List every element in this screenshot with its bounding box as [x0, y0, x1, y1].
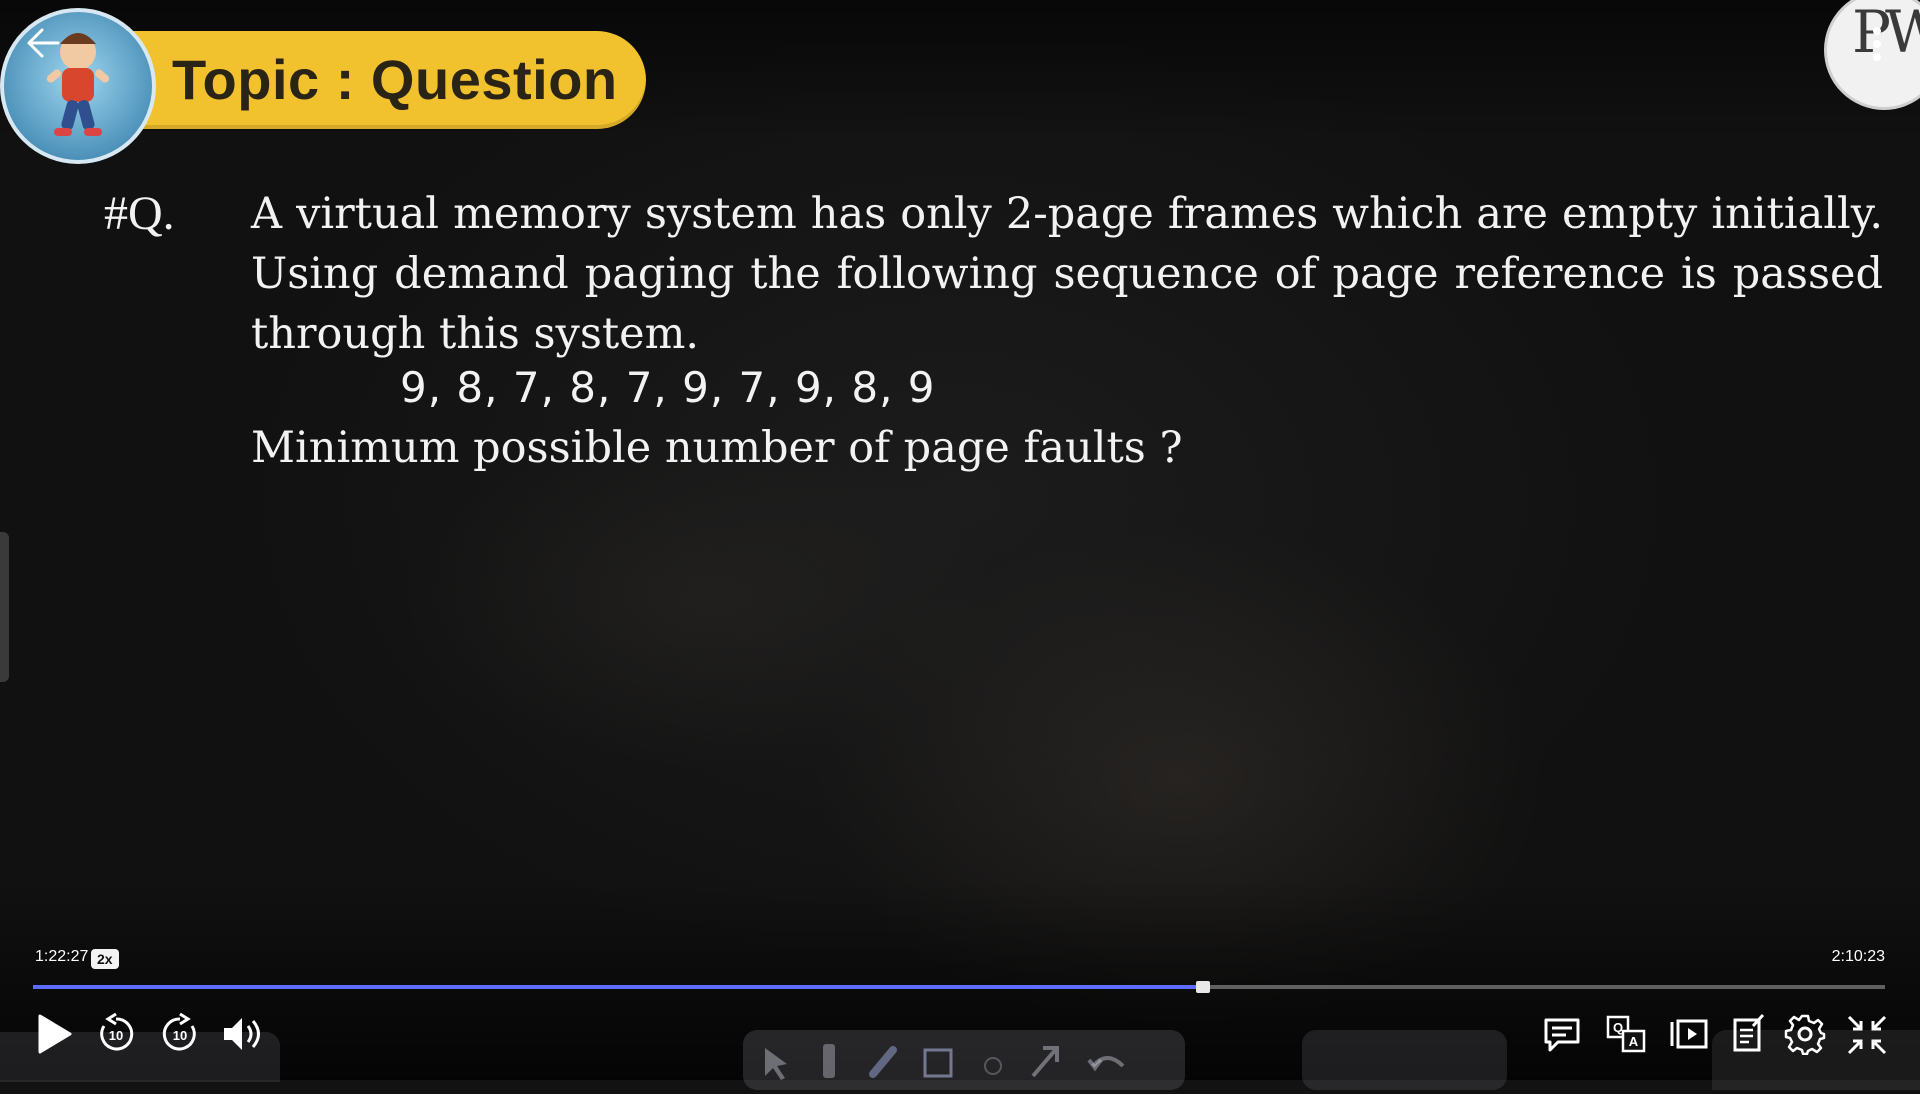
current-time: 1:22:27 [35, 948, 89, 965]
question-prompt: Minimum possible number of page faults ? [251, 423, 1183, 473]
rewind-seconds: 10 [109, 1028, 123, 1043]
total-duration: 2:10:23 [1831, 948, 1885, 965]
progress-handle[interactable] [1196, 981, 1211, 993]
chat-icon[interactable] [1542, 1014, 1582, 1054]
notes-icon[interactable] [1731, 1012, 1767, 1054]
volume-icon[interactable] [220, 1012, 266, 1056]
kebab-menu-icon[interactable] [1862, 24, 1892, 64]
exit-fullscreen-icon[interactable] [1845, 1013, 1889, 1057]
progress-fill [33, 985, 1204, 989]
rewind-10-icon[interactable]: 10 [94, 1012, 138, 1056]
playback-speed-badge[interactable]: 2x [91, 949, 119, 969]
question-number: #Q. [104, 187, 175, 240]
playlist-icon[interactable] [1668, 1016, 1710, 1052]
progress-bar[interactable] [33, 981, 1885, 993]
play-icon[interactable] [34, 1012, 74, 1056]
whiteboard-drawing-toolbar [743, 1030, 1185, 1090]
side-panel-handle[interactable] [0, 532, 9, 682]
forward-seconds: 10 [173, 1028, 187, 1043]
arrow-left-icon[interactable] [22, 22, 64, 64]
question-text: A virtual memory system has only 2-page … [251, 189, 1883, 359]
topic-title: Topic : Question [172, 48, 618, 111]
svg-text:A: A [1629, 1034, 1639, 1049]
whiteboard-secondary-toolbar [1302, 1030, 1507, 1090]
svg-text:Q: Q [1613, 1020, 1623, 1035]
forward-10-icon[interactable]: 10 [158, 1012, 202, 1056]
translate-icon[interactable]: Q A [1605, 1014, 1647, 1054]
page-reference-sequence: 9, 8, 7, 8, 7, 9, 7, 9, 8, 9 [400, 363, 936, 412]
gear-icon[interactable] [1784, 1013, 1826, 1055]
